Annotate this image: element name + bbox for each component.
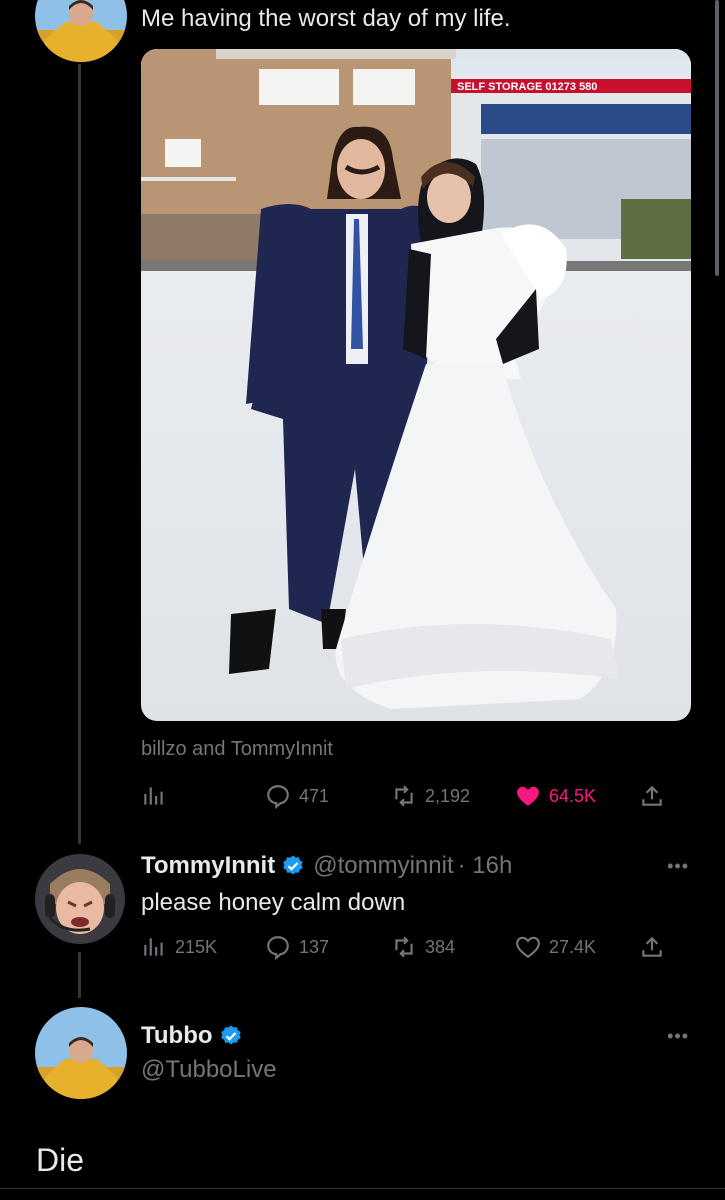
heart-icon <box>516 936 540 959</box>
display-name[interactable]: Tubbo <box>141 1022 213 1050</box>
scrollbar[interactable] <box>715 0 719 276</box>
more-options-icon[interactable]: ••• <box>667 1026 689 1047</box>
retweet-icon <box>395 785 413 807</box>
reply-button[interactable]: 137 <box>265 932 329 962</box>
svg-text:SELF STORAGE 01273 580: SELF STORAGE 01273 580 <box>457 81 597 93</box>
views-button[interactable] <box>141 781 167 811</box>
avatar-tommyinnit[interactable] <box>35 854 125 944</box>
handle[interactable]: @TubboLive <box>141 1056 277 1084</box>
tweet1-actions: 471 2,192 64.5K <box>141 781 671 811</box>
like-count: 27.4K <box>549 936 597 957</box>
tweet-text: please honey calm down <box>141 889 406 916</box>
views-button[interactable]: 215K <box>141 932 217 962</box>
like-button[interactable]: 27.4K <box>515 932 596 962</box>
timestamp[interactable]: · 16h <box>458 852 513 880</box>
tweet2-actions: 215K 137 384 27.4K <box>141 932 671 962</box>
bar-chart-icon <box>144 938 163 956</box>
retweet-button[interactable]: 2,192 <box>391 781 470 811</box>
verified-badge-icon <box>281 854 305 878</box>
tweet2-header: TommyInnit @tommyinnit · 16h <box>141 850 512 882</box>
retweet-count: 2,192 <box>425 785 471 806</box>
thread-line <box>78 952 81 998</box>
display-name[interactable]: TommyInnit <box>141 852 275 880</box>
retweet-count: 384 <box>425 936 456 957</box>
retweet-button[interactable]: 384 <box>391 932 455 962</box>
view-count: 215K <box>175 936 218 957</box>
tweet-text: Me having the worst day of my life. <box>141 5 511 32</box>
retweet-icon <box>395 936 413 958</box>
share-icon <box>642 785 662 806</box>
verified-badge-icon <box>219 1024 243 1048</box>
more-options-icon[interactable]: ••• <box>667 856 689 877</box>
reply-count: 471 <box>299 785 330 806</box>
tweet-photo[interactable]: SELF STORAGE 01273 580 <box>141 49 691 721</box>
tweet3-name-row: Tubbo <box>141 1020 243 1052</box>
bar-chart-icon <box>144 787 163 805</box>
reply-icon <box>267 785 289 809</box>
reply-button[interactable]: 471 <box>265 781 329 811</box>
tweet3-handle-row: @TubboLive <box>141 1054 277 1086</box>
share-button[interactable] <box>639 932 665 962</box>
heart-filled-icon <box>517 786 539 806</box>
tagged-users[interactable]: billzo and TommyInnit <box>141 738 333 761</box>
share-icon <box>642 936 662 957</box>
avatar-tubbo[interactable] <box>35 0 127 62</box>
bottom-divider <box>0 1188 725 1189</box>
tweet-text: Die <box>36 1142 85 1178</box>
reply-count: 137 <box>299 936 330 957</box>
thread-line <box>78 64 81 844</box>
avatar-tubbo[interactable] <box>35 1007 127 1099</box>
handle[interactable]: @tommyinnit <box>313 852 453 880</box>
like-count: 64.5K <box>549 785 597 806</box>
share-button[interactable] <box>639 781 665 811</box>
like-button[interactable]: 64.5K <box>515 781 596 811</box>
reply-icon <box>267 936 289 960</box>
